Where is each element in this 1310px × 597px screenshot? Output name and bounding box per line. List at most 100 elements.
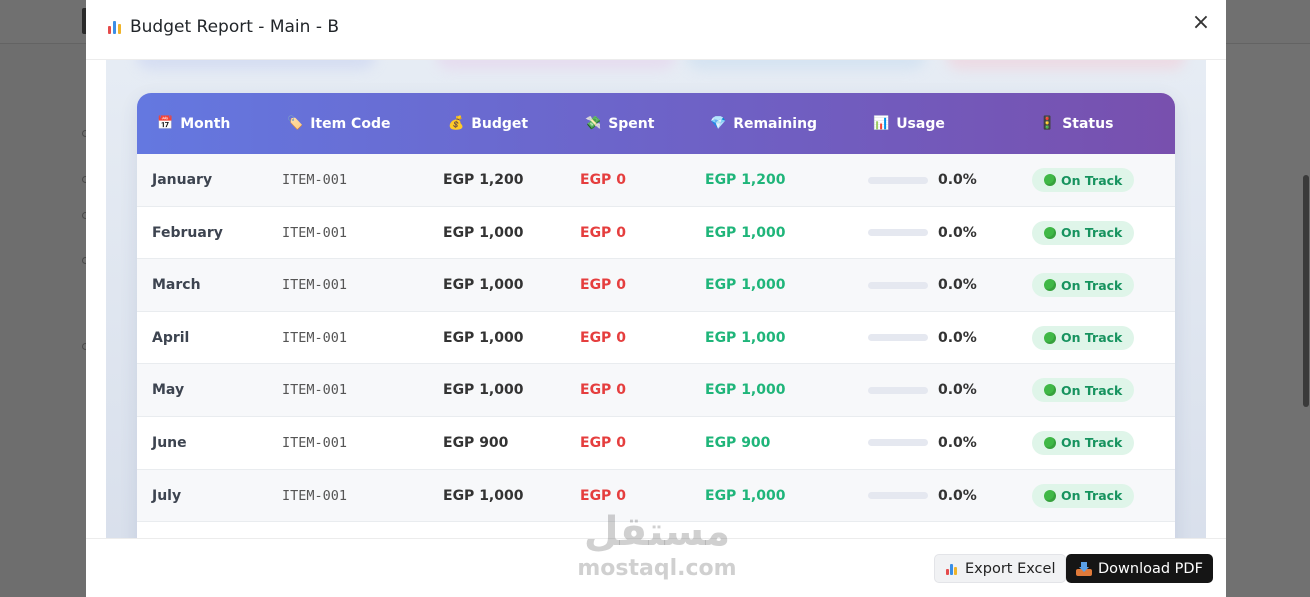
modal-title: Budget Report - Main - B <box>106 17 339 37</box>
status-badge: On Track <box>1032 273 1135 298</box>
status-label: On Track <box>1061 382 1123 398</box>
cell-usage: 0.0% <box>868 470 977 522</box>
cell-item-code: ITEM-001 <box>282 382 348 399</box>
cell-budget: EGP 900 <box>443 434 509 451</box>
usage-percent: 0.0% <box>938 277 977 294</box>
cell-usage: 0.0% <box>868 207 977 259</box>
cell-status: On Track <box>1032 207 1135 259</box>
download-pdf-button[interactable]: Download PDF <box>1066 554 1213 583</box>
cell-budget: EGP 1,000 <box>443 487 524 504</box>
table-row[interactable]: June ITEM-001 EGP 900 EGP 0 EGP 900 0.0% On Tr… <box>137 416 1175 470</box>
status-label: On Track <box>1061 435 1123 451</box>
traffic-light-icon: 🚦 <box>1039 116 1056 131</box>
status-label: On Track <box>1061 172 1123 188</box>
export-excel-button[interactable]: Export Excel <box>934 554 1067 583</box>
cell-month: April <box>152 329 190 346</box>
cell-remaining: EGP 900 <box>705 434 771 451</box>
cell-spent: EGP 0 <box>580 172 626 188</box>
cell-usage: 0.0% <box>868 417 977 469</box>
usage-progress-bar <box>868 281 928 289</box>
column-header-label: Month <box>180 115 231 132</box>
cell-budget: EGP 1,200 <box>443 172 524 188</box>
table-row[interactable]: April ITEM-001 EGP 1,000 EGP 0 EGP 1,000 0.0%… <box>137 311 1175 365</box>
column-header-label: Spent <box>608 115 655 132</box>
bar-chart-icon: 📊 <box>873 116 890 131</box>
cell-status: On Track <box>1032 312 1135 364</box>
usage-progress-bar <box>868 229 928 237</box>
cell-remaining: EGP 1,200 <box>705 172 786 188</box>
status-badge: On Track <box>1032 220 1135 245</box>
cell-status: On Track <box>1032 154 1135 206</box>
green-circle-icon <box>1044 279 1056 292</box>
cell-item-code: ITEM-001 <box>282 277 348 294</box>
cell-month: February <box>152 224 223 241</box>
status-label: On Track <box>1061 488 1123 504</box>
close-icon: × <box>1191 10 1211 35</box>
green-circle-icon <box>1044 174 1056 186</box>
column-header-label: Remaining <box>733 115 818 132</box>
table-body: January ITEM-001 EGP 1,200 EGP 0 EGP 1,200 0.… <box>137 154 1175 538</box>
cell-status: On Track <box>1032 259 1135 311</box>
usage-percent: 0.0% <box>938 172 977 188</box>
column-header-usage[interactable]: 📊 Usage <box>873 93 945 154</box>
column-header-budget[interactable]: 💰 Budget <box>448 93 528 154</box>
budget-table: 📅 Month 🏷️ Item Code 💰 Budget 💸 Spent 💎 <box>137 93 1175 538</box>
budget-report-modal: Budget Report - Main - B × 📅 Month 🏷️ It… <box>86 0 1226 597</box>
column-header-item-code[interactable]: 🏷️ Item Code <box>287 93 390 154</box>
label-tag-icon: 🏷️ <box>287 116 304 131</box>
cell-spent: EGP 0 <box>580 382 626 399</box>
column-header-label: Item Code <box>310 115 391 132</box>
table-row[interactable] <box>137 522 1175 538</box>
cell-item-code: ITEM-001 <box>282 487 348 504</box>
cell-item-code: ITEM-001 <box>282 172 348 188</box>
usage-percent: 0.0% <box>938 329 977 346</box>
cell-remaining: EGP 1,000 <box>705 224 786 241</box>
decorative-blob <box>136 60 376 70</box>
bar-chart-icon <box>106 18 124 36</box>
table-row[interactable]: July ITEM-001 EGP 1,000 EGP 0 EGP 1,000 0.0% O… <box>137 469 1175 523</box>
money-bag-icon: 💰 <box>448 116 465 131</box>
page-scrollbar[interactable] <box>1303 175 1309 407</box>
usage-percent: 0.0% <box>938 382 977 399</box>
status-badge: On Track <box>1032 483 1135 508</box>
background-side-panel <box>1226 44 1310 597</box>
bar-chart-icon <box>945 562 959 576</box>
cell-status: On Track <box>1032 417 1135 469</box>
export-excel-label: Export Excel <box>965 560 1056 577</box>
status-badge: On Track <box>1032 378 1135 403</box>
column-header-status[interactable]: 🚦 Status <box>1039 93 1113 154</box>
gem-icon: 💎 <box>710 116 727 131</box>
green-circle-icon <box>1044 331 1056 344</box>
table-row[interactable]: February ITEM-001 EGP 1,000 EGP 0 EGP 1,000 0… <box>137 206 1175 260</box>
cell-status: On Track <box>1032 364 1135 416</box>
column-header-remaining[interactable]: 💎 Remaining <box>710 93 817 154</box>
close-button[interactable]: × <box>1190 12 1212 34</box>
status-label: On Track <box>1061 225 1123 241</box>
column-header-spent[interactable]: 💸 Spent <box>585 93 654 154</box>
status-label: On Track <box>1061 277 1123 293</box>
cell-month: July <box>152 487 182 504</box>
cell-spent: EGP 0 <box>580 224 626 241</box>
modal-footer: Export Excel Download PDF <box>86 538 1226 597</box>
status-label: On Track <box>1061 330 1123 346</box>
cell-item-code: ITEM-001 <box>282 224 348 241</box>
decorative-blob <box>946 60 1186 70</box>
cell-month: June <box>152 434 187 451</box>
table-row[interactable]: March ITEM-001 EGP 1,000 EGP 0 EGP 1,000 0.0%… <box>137 259 1175 312</box>
usage-progress-bar <box>868 386 928 394</box>
usage-progress-bar <box>868 492 928 500</box>
column-header-label: Status <box>1062 115 1114 132</box>
cell-budget: EGP 1,000 <box>443 329 524 346</box>
table-header: 📅 Month 🏷️ Item Code 💰 Budget 💸 Spent 💎 <box>137 93 1175 154</box>
cell-usage: 0.0% <box>868 154 977 206</box>
usage-progress-bar <box>868 439 928 447</box>
modal-body[interactable]: 📅 Month 🏷️ Item Code 💰 Budget 💸 Spent 💎 <box>106 60 1206 538</box>
cell-month: March <box>152 277 201 294</box>
table-row[interactable]: January ITEM-001 EGP 1,200 EGP 0 EGP 1,200 0.… <box>137 154 1175 207</box>
table-row[interactable]: May ITEM-001 EGP 1,000 EGP 0 EGP 1,000 0.0% On… <box>137 364 1175 417</box>
cell-status: On Track <box>1032 470 1135 522</box>
cell-item-code: ITEM-001 <box>282 434 348 451</box>
column-header-month[interactable]: 📅 Month <box>157 93 230 154</box>
decorative-blob <box>436 60 676 70</box>
status-badge: On Track <box>1032 430 1135 455</box>
